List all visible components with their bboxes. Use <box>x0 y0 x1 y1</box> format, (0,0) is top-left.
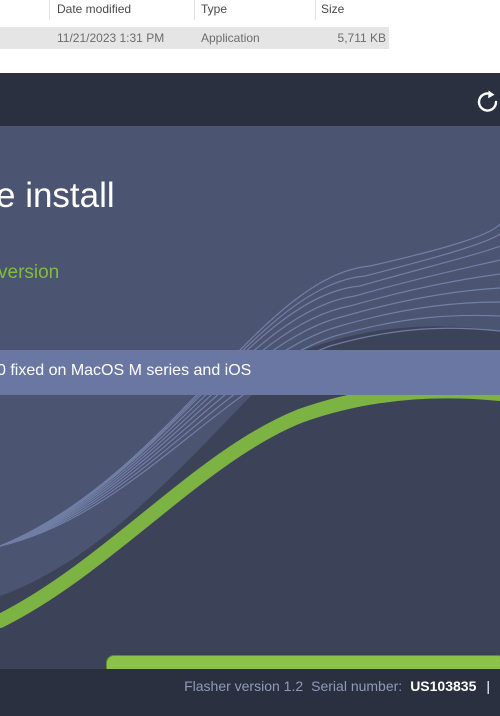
footer-separator: | <box>486 678 490 694</box>
status-footer: Flasher version 1.2 Serial number: US10383… <box>0 669 500 716</box>
title-bar <box>0 73 500 126</box>
column-divider[interactable] <box>49 0 50 20</box>
main-panel: e install version 0 fixed on MacOS M ser… <box>0 126 500 669</box>
refresh-icon[interactable] <box>476 87 500 115</box>
release-notes-text: 0 fixed on MacOS M series and iOS <box>0 362 252 379</box>
install-button[interactable]: Install <box>106 655 500 669</box>
file-date-modified: 11/21/2023 1:31 PM <box>57 31 165 45</box>
column-header-type[interactable]: Type <box>201 0 227 22</box>
serial-number-label: Serial number: <box>311 678 403 694</box>
release-notes-band: 0 fixed on MacOS M series and iOS <box>0 350 500 395</box>
column-header-date-modified[interactable]: Date modified <box>57 0 131 22</box>
flasher-app-window: e install version 0 fixed on MacOS M ser… <box>0 73 500 716</box>
column-divider[interactable] <box>315 0 316 20</box>
serial-number-value: US103835 <box>410 678 477 694</box>
file-size: 5,711 KB <box>337 31 386 45</box>
column-divider[interactable] <box>194 0 195 20</box>
version-label: version <box>0 262 60 283</box>
install-heading: e install <box>0 176 115 215</box>
footer-info: Flasher version 1.2 Serial number: US10383… <box>184 678 490 694</box>
column-header-size[interactable]: Size <box>321 0 344 22</box>
flasher-version-text: Flasher version 1.2 <box>184 678 304 694</box>
file-explorer-list: Date modified Type Size 11/21/2023 1:31 … <box>0 0 500 73</box>
file-type: Application <box>201 31 260 45</box>
